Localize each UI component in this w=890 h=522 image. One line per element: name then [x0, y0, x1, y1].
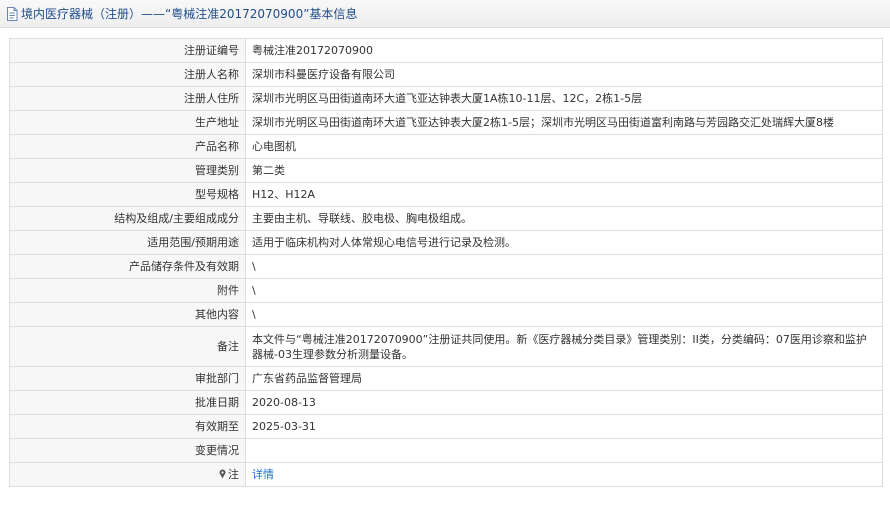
table-row: 生产地址 深圳市光明区马田街道南环大道飞亚达钟表大厦2栋1-5层；深圳市光明区马…: [9, 110, 883, 135]
table-row: 批准日期 2020-08-13: [9, 390, 883, 415]
row-value: 2020-08-13: [245, 390, 883, 415]
pin-icon: [219, 469, 226, 479]
row-label: 审批部门: [9, 366, 246, 391]
row-label: 适用范围/预期用途: [9, 230, 246, 255]
table-row: 结构及组成/主要组成成分 主要由主机、导联线、胶电极、胸电极组成。: [9, 206, 883, 231]
row-label: 注册人住所: [9, 86, 246, 111]
row-label: 附件: [9, 278, 246, 303]
row-value: 适用于临床机构对人体常规心电信号进行记录及检测。: [245, 230, 883, 255]
table-row: 注册证编号 粤械注准20172070900: [9, 38, 883, 63]
table-row: 附件 \: [9, 278, 883, 303]
table-row: 产品名称 心电图机: [9, 134, 883, 159]
row-value: 深圳市光明区马田街道南环大道飞亚达钟表大厦2栋1-5层；深圳市光明区马田街道富利…: [245, 110, 883, 135]
row-label: 注册证编号: [9, 38, 246, 63]
row-label: 结构及组成/主要组成成分: [9, 206, 246, 231]
page-title: 境内医疗器械（注册）——“粤械注准20172070900”基本信息: [21, 7, 358, 21]
table-row: 型号规格 H12、H12A: [9, 182, 883, 207]
table-row: 其他内容 \: [9, 302, 883, 327]
row-value: 广东省药品监督管理局: [245, 366, 883, 391]
row-label: 变更情况: [9, 438, 246, 463]
details-link[interactable]: 详情: [252, 468, 274, 481]
row-value: \: [245, 302, 883, 327]
table-row: 注册人名称 深圳市科曼医疗设备有限公司: [9, 62, 883, 87]
row-label: 批准日期: [9, 390, 246, 415]
row-value: 第二类: [245, 158, 883, 183]
row-value: 深圳市科曼医疗设备有限公司: [245, 62, 883, 87]
row-value: 2025-03-31: [245, 414, 883, 439]
table-row: 管理类别 第二类: [9, 158, 883, 183]
row-label: 产品名称: [9, 134, 246, 159]
row-label: 产品储存条件及有效期: [9, 254, 246, 279]
table-row: 产品储存条件及有效期 \: [9, 254, 883, 279]
note-label: 注: [228, 468, 239, 481]
row-label: 型号规格: [9, 182, 246, 207]
row-value: 粤械注准20172070900: [245, 38, 883, 63]
row-value: 主要由主机、导联线、胶电极、胸电极组成。: [245, 206, 883, 231]
row-label: 生产地址: [9, 110, 246, 135]
document-icon: [7, 6, 18, 21]
table-row: 审批部门 广东省药品监督管理局: [9, 366, 883, 391]
table-row: 变更情况: [9, 438, 883, 463]
row-value: 深圳市光明区马田街道南环大道飞亚达钟表大厦1A栋10-11层、12C，2栋1-5…: [245, 86, 883, 111]
row-value: \: [245, 278, 883, 303]
row-label: 备注: [9, 326, 246, 367]
note-value-cell: 详情: [245, 462, 883, 487]
row-value: [245, 438, 883, 463]
info-table: 注册证编号 粤械注准20172070900 注册人名称 深圳市科曼医疗设备有限公…: [9, 38, 883, 487]
row-value: 本文件与“粤械注准20172070900”注册证共同使用。新《医疗器械分类目录》…: [245, 326, 883, 367]
row-label: 有效期至: [9, 414, 246, 439]
note-label-cell: 注: [9, 462, 246, 487]
table-row: 注册人住所 深圳市光明区马田街道南环大道飞亚达钟表大厦1A栋10-11层、12C…: [9, 86, 883, 111]
row-label: 管理类别: [9, 158, 246, 183]
table-row: 备注 本文件与“粤械注准20172070900”注册证共同使用。新《医疗器械分类…: [9, 326, 883, 367]
row-label: 注册人名称: [9, 62, 246, 87]
table-row: 注 详情: [9, 462, 883, 487]
row-value: H12、H12A: [245, 182, 883, 207]
table-row: 有效期至 2025-03-31: [9, 414, 883, 439]
table-row: 适用范围/预期用途 适用于临床机构对人体常规心电信号进行记录及检测。: [9, 230, 883, 255]
row-value: 心电图机: [245, 134, 883, 159]
row-value: \: [245, 254, 883, 279]
page-header: 境内医疗器械（注册）——“粤械注准20172070900”基本信息: [0, 0, 890, 28]
row-label: 其他内容: [9, 302, 246, 327]
